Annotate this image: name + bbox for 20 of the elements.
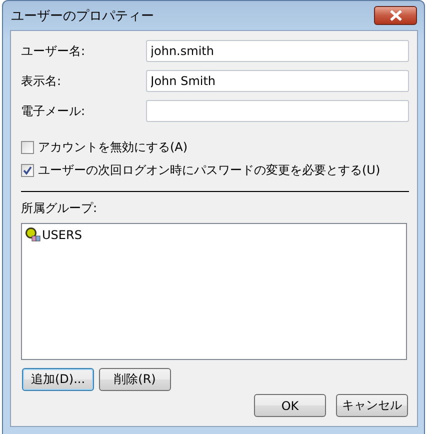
field-label: 表示名: xyxy=(21,72,62,90)
checkbox[interactable] xyxy=(21,140,34,154)
field-label: ユーザー名: xyxy=(21,42,86,60)
button[interactable]: キャンセル xyxy=(336,394,408,417)
input-field[interactable]: john.smith xyxy=(146,40,409,62)
close-icon xyxy=(388,10,402,21)
group-icon xyxy=(25,227,41,243)
close-button[interactable] xyxy=(374,6,417,25)
button[interactable]: 追加(D)... xyxy=(22,368,94,391)
button[interactable]: OK xyxy=(254,394,326,417)
checkbox[interactable] xyxy=(21,164,34,176)
groups-label: 所属グループ: xyxy=(21,200,98,217)
button[interactable]: 削除(R) xyxy=(99,368,171,391)
window-title: ユーザーのプロパティー xyxy=(10,8,154,24)
group-list[interactable]: USERS xyxy=(21,223,407,360)
checkbox-label: ユーザーの次回ログオン時にパスワードの変更を必要とする(U) xyxy=(38,162,380,178)
input-field[interactable] xyxy=(146,100,409,122)
field-label: 電子メール: xyxy=(21,102,86,120)
checkbox-label: アカウントを無効にする(A) xyxy=(38,138,188,156)
group-name[interactable]: USERS xyxy=(42,228,82,242)
